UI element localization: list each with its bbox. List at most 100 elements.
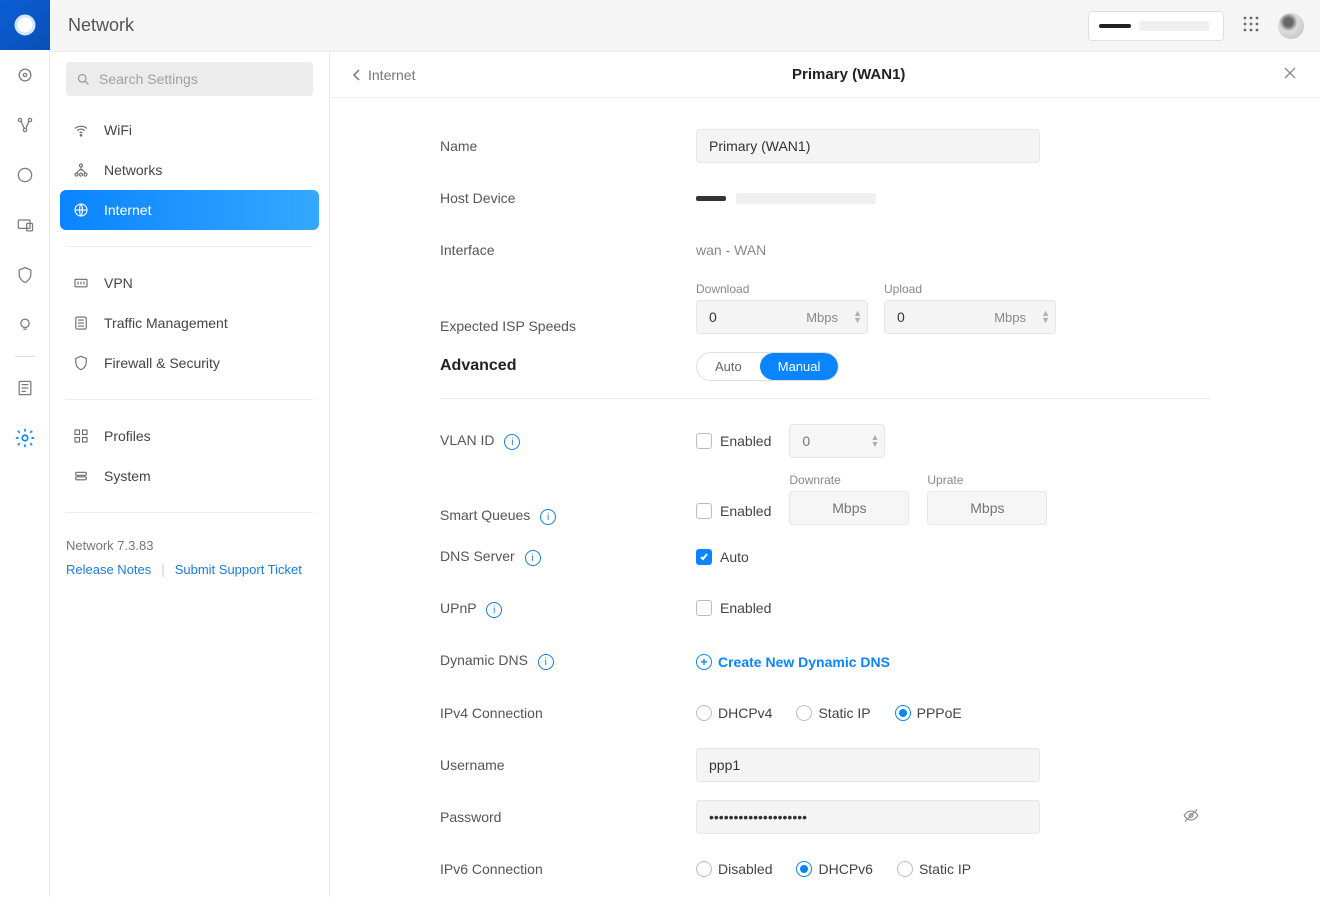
nav-internet[interactable]: Internet [60,190,319,230]
rail-security-icon[interactable] [0,250,50,300]
radio-staticip6[interactable]: Static IP [897,861,971,877]
advanced-mode-segmented[interactable]: Auto Manual [696,352,839,381]
nav-label: Traffic Management [104,315,228,331]
support-link[interactable]: Submit Support Ticket [175,562,302,577]
label-interface: Interface [440,242,696,258]
vlan-enabled-checkbox[interactable]: Enabled [696,433,771,449]
host-glyph [696,196,726,201]
close-button[interactable] [1282,65,1298,84]
back-button[interactable]: Internet [352,67,415,83]
rail-dashboard-icon[interactable] [0,50,50,100]
rail-radar-icon[interactable] [0,150,50,200]
label-ddns: Dynamic DNS i [440,652,696,671]
version-text: Network 7.3.83 [66,538,313,553]
internet-icon [70,201,92,219]
search-input[interactable] [99,71,303,87]
nav-wifi[interactable]: WiFi [60,110,319,150]
label-password: Password [440,809,696,825]
stepper-icon: ▲▼ [870,434,879,448]
radio-staticip4[interactable]: Static IP [796,705,870,721]
rail-insights-icon[interactable] [0,300,50,350]
password-input[interactable] [696,800,1040,834]
nav-vpn[interactable]: VPN [60,263,319,303]
radio-ipv6-disabled[interactable]: Disabled [696,861,772,877]
app-rail [0,0,50,897]
host-device-value [696,193,1210,204]
apps-grid-icon[interactable] [1242,15,1260,36]
release-notes-link[interactable]: Release Notes [66,562,151,577]
topbar: Network [50,0,1320,52]
info-icon[interactable]: i [486,602,502,618]
rail-topology-icon[interactable] [0,100,50,150]
user-avatar[interactable] [1278,13,1304,39]
seg-manual[interactable]: Manual [760,353,839,380]
app-logo[interactable] [0,0,50,50]
nav-label: WiFi [104,122,132,138]
name-input[interactable] [696,129,1040,163]
host-name-blurred [736,193,876,204]
rail-settings-icon[interactable] [0,413,50,463]
nav-profiles[interactable]: Profiles [60,416,319,456]
nav-label: Profiles [104,428,151,444]
label-smart-queues: Smart Queues i [440,507,696,526]
info-icon[interactable]: i [525,550,541,566]
settings-sidebar: WiFi Networks Internet VPN [50,52,330,897]
ipv4-radio-group: DHCPv4 Static IP PPPoE [696,705,1210,721]
nav-label: System [104,468,151,484]
label-ipv6: IPv6 Connection [440,861,696,877]
label-host-device: Host Device [440,190,696,206]
label-download: Download [696,282,868,296]
profiles-icon [70,427,92,445]
label-downrate: Downrate [789,473,909,487]
rail-logs-icon[interactable] [0,363,50,413]
radio-dhcpv4[interactable]: DHCPv4 [696,705,772,721]
label-dns: DNS Server i [440,548,696,567]
stepper-icon[interactable]: ▲▼ [1041,310,1050,324]
nav-networks[interactable]: Networks [60,150,319,190]
stepper-icon[interactable]: ▲▼ [853,310,862,324]
info-icon[interactable]: i [540,509,556,525]
radio-dhcpv6[interactable]: DHCPv6 [796,861,872,877]
label-upload: Upload [884,282,1056,296]
nav-label: VPN [104,275,133,291]
content-header: Internet Primary (WAN1) [330,52,1320,98]
create-ddns-button[interactable]: + Create New Dynamic DNS [696,654,890,670]
back-label: Internet [368,67,415,83]
page-title: Primary (WAN1) [415,66,1282,83]
device-selector[interactable] [1088,11,1224,41]
label-vlan-id: VLAN ID i [440,432,696,451]
smartq-enabled-checkbox[interactable]: Enabled [696,503,771,519]
firewall-icon [70,354,92,372]
label-upnp: UPnP i [440,600,696,619]
search-box[interactable] [66,62,313,96]
vpn-icon [70,274,92,292]
networks-icon [70,161,92,179]
nav-label: Networks [104,162,162,178]
username-input[interactable] [696,748,1040,782]
device-glyph [1099,24,1131,28]
dns-auto-checkbox[interactable]: Auto [696,549,749,565]
traffic-icon [70,314,92,332]
info-icon[interactable]: i [504,434,520,450]
upnp-enabled-checkbox[interactable]: Enabled [696,600,771,616]
label-username: Username [440,757,696,773]
nav-traffic[interactable]: Traffic Management [60,303,319,343]
close-icon [1282,65,1298,81]
search-icon [76,72,91,87]
uprate-input [927,491,1047,525]
radio-pppoe[interactable]: PPPoE [895,705,962,721]
system-icon [70,467,92,485]
seg-auto[interactable]: Auto [697,353,760,380]
nav-system[interactable]: System [60,456,319,496]
downrate-input [789,491,909,525]
label-uprate: Uprate [927,473,1047,487]
eye-off-icon[interactable] [1182,807,1200,828]
info-icon[interactable]: i [538,654,554,670]
interface-value: wan - WAN [696,242,766,258]
download-input[interactable] [696,300,868,334]
rail-devices-icon[interactable] [0,200,50,250]
nav-label: Internet [104,202,151,218]
label-name: Name [440,138,696,154]
nav-firewall[interactable]: Firewall & Security [60,343,319,383]
upload-input[interactable] [884,300,1056,334]
